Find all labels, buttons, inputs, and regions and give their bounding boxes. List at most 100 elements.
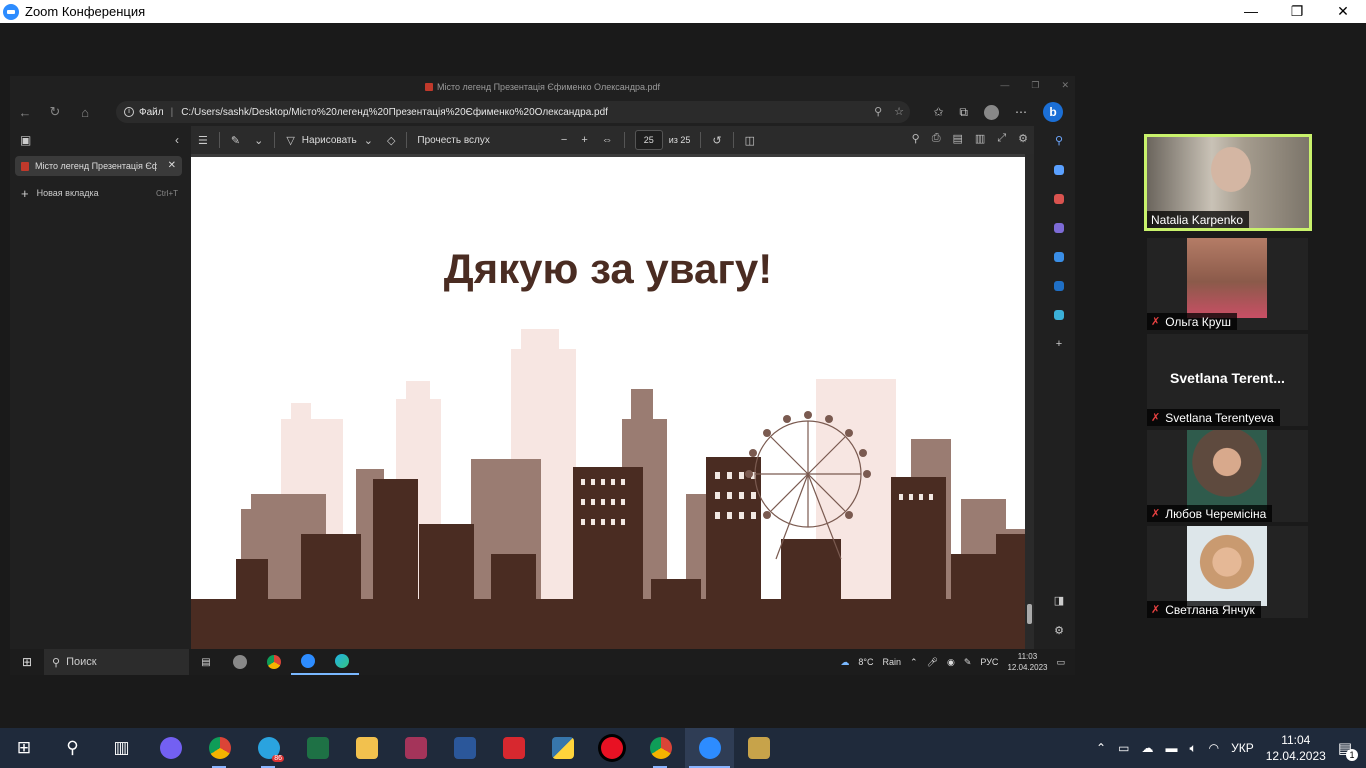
telegram-icon[interactable]: 86 — [244, 728, 293, 768]
chrome-icon[interactable] — [257, 649, 291, 675]
action-center-icon[interactable]: ▤ 1 — [1338, 739, 1358, 761]
recorder-icon[interactable] — [587, 728, 636, 768]
more-options-icon[interactable]: ⋯ — [1015, 105, 1027, 119]
office-icon[interactable] — [1043, 242, 1075, 271]
notifications-icon[interactable]: ▭ — [1056, 657, 1065, 668]
viber-icon[interactable] — [146, 728, 195, 768]
draw-icon[interactable]: ▽ — [286, 134, 294, 147]
zoom-minus-icon[interactable]: − — [561, 134, 567, 146]
excel-icon[interactable] — [293, 728, 342, 768]
outlook-icon[interactable] — [1043, 271, 1075, 300]
hide-sidebar-icon[interactable]: ◨ — [1043, 586, 1075, 615]
microphone-icon[interactable]: 🎤︎ — [927, 657, 938, 668]
participant-tile[interactable]: ✗ Светлана Янчук — [1147, 526, 1308, 618]
info-icon[interactable]: i — [124, 107, 134, 117]
acrobat-icon[interactable] — [489, 728, 538, 768]
winrar-icon[interactable] — [391, 728, 440, 768]
weather-icon[interactable]: ☁ — [840, 657, 849, 668]
tools-icon[interactable] — [1043, 184, 1075, 213]
telegram-sidebar-icon[interactable] — [1043, 300, 1075, 329]
contents-icon[interactable]: ☰ — [198, 134, 208, 147]
shared-search-box[interactable]: ⚲ Поиск — [44, 649, 189, 675]
tab-close-icon[interactable]: ✕ — [168, 160, 176, 171]
pen-icon[interactable]: ✎ — [964, 657, 972, 668]
battery-icon[interactable]: ▬ — [1165, 741, 1177, 755]
scroll-thumb[interactable] — [1027, 604, 1032, 624]
tray-expand-icon[interactable]: ⌃ — [910, 657, 918, 668]
edge-restore-icon[interactable]: ❐ — [1031, 80, 1039, 91]
weather-temp[interactable]: 8°C — [858, 657, 873, 667]
windows-start-icon[interactable]: ⊞ — [10, 655, 44, 669]
collapse-tabs-icon[interactable]: ‹ — [175, 133, 179, 147]
rotate-icon[interactable]: ↺ — [712, 134, 721, 147]
games-icon[interactable] — [1043, 213, 1075, 242]
vertical-scrollbar[interactable] — [1025, 154, 1034, 675]
address-bar[interactable]: i Файл | C:/Users/sashk/Desktop/Місто%20… — [116, 101, 910, 123]
print-icon[interactable]: ⎙ — [932, 132, 941, 145]
zoom-out-icon[interactable]: ⚲ — [874, 105, 882, 118]
edge-minimize-icon[interactable]: — — [1000, 80, 1009, 91]
meet-now-icon[interactable]: ▭ — [1118, 741, 1129, 755]
favorites-icon[interactable]: ✩ — [933, 105, 943, 119]
add-favorite-icon[interactable]: ☆ — [894, 105, 904, 118]
close-button[interactable]: ✕ — [1320, 0, 1366, 23]
participant-tile[interactable]: ✗ Любов Черемісіна — [1147, 430, 1308, 522]
tools-taskbar-icon[interactable] — [734, 728, 783, 768]
profile-avatar-icon[interactable] — [984, 104, 999, 120]
volume-icon[interactable]: 🔈︎ — [1189, 741, 1196, 756]
onedrive-icon[interactable]: ☁ — [1141, 741, 1153, 755]
zoom-taskbar-icon[interactable] — [685, 728, 734, 768]
fit-width-icon[interactable]: ⇔ — [602, 134, 613, 146]
minimize-button[interactable]: — — [1228, 0, 1274, 23]
participant-tile-active[interactable]: Natalia Karpenko — [1144, 134, 1312, 231]
zoom-plus-icon[interactable]: + — [581, 134, 587, 146]
highlight-icon[interactable]: ✎ — [231, 134, 240, 147]
page-view-icon[interactable]: ◫ — [745, 134, 755, 147]
python-icon[interactable] — [538, 728, 587, 768]
pdf-settings-icon[interactable]: ⚙ — [1018, 132, 1028, 145]
draw-button[interactable]: Нарисовать — [302, 135, 357, 146]
participant-tile[interactable]: Svetlana Terent... ✗ Svetlana Terentyeva — [1147, 334, 1308, 426]
start-button-icon[interactable]: ⊞ — [0, 728, 48, 768]
file-explorer-icon[interactable] — [342, 728, 391, 768]
zoom-app-icon[interactable] — [291, 649, 325, 675]
sidebar-settings-icon[interactable]: ⚙ — [1043, 616, 1075, 645]
highlight-dropdown-icon[interactable]: ⌄ — [254, 134, 263, 147]
weather-text[interactable]: Rain — [883, 657, 902, 667]
collections-icon[interactable]: ⧉ — [959, 105, 968, 120]
edge-app-icon[interactable] — [325, 649, 359, 675]
search-taskbar-icon[interactable]: ⚲ — [48, 728, 97, 768]
language-indicator[interactable]: РУС — [980, 657, 998, 667]
fullscreen-icon[interactable]: ⤢ — [997, 132, 1006, 145]
sidebar-search-icon[interactable]: ⚲ — [1043, 126, 1075, 155]
save-icon[interactable]: ▤ — [953, 132, 963, 145]
draw-dropdown-icon[interactable]: ⌄ — [364, 134, 373, 147]
page-number-input[interactable]: 25 — [634, 130, 663, 150]
participant-tile[interactable]: ✗ Ольга Круш — [1147, 238, 1308, 330]
shared-clock[interactable]: 11:03 12.04.2023 — [1007, 651, 1047, 673]
wifi-icon[interactable]: ◠ — [1209, 741, 1219, 755]
back-icon[interactable]: ← — [10, 105, 40, 120]
chrome-profile-icon[interactable] — [636, 728, 685, 768]
shopping-icon[interactable] — [1043, 155, 1075, 184]
restore-button[interactable]: ❐ — [1274, 0, 1320, 23]
edge-close-icon[interactable]: ✕ — [1061, 80, 1069, 91]
read-aloud-button[interactable]: Прочесть вслух — [417, 135, 489, 146]
word-icon[interactable] — [440, 728, 489, 768]
input-language[interactable]: УКР — [1231, 741, 1254, 755]
network-icon[interactable]: ◉ — [947, 657, 955, 668]
url-text[interactable]: C:/Users/sashk/Desktop/Місто%20легенд%20… — [181, 107, 608, 118]
pdf-viewport[interactable]: Дякую за увагу! — [191, 154, 1034, 675]
save-as-icon[interactable]: ▥ — [975, 132, 985, 145]
bing-icon[interactable]: b — [1043, 102, 1063, 122]
task-view-icon[interactable]: ▤ — [189, 649, 223, 675]
taskbar-clock[interactable]: 11:04 12.04.2023 — [1266, 732, 1326, 764]
tab-pdf[interactable]: Місто легенд Презентація Єфименко Олекса… — [15, 156, 182, 176]
tab-actions-icon[interactable]: ▣ — [20, 133, 31, 147]
new-tab-button[interactable]: + Новая вкладка Ctrl+T — [15, 184, 182, 202]
eraser-icon[interactable]: ◇ — [387, 134, 395, 147]
task-view-taskbar-icon[interactable]: ▥ — [97, 728, 146, 768]
paint-icon[interactable] — [223, 649, 257, 675]
home-icon[interactable]: ⌂ — [70, 105, 100, 120]
chrome-taskbar-icon[interactable] — [195, 728, 244, 768]
